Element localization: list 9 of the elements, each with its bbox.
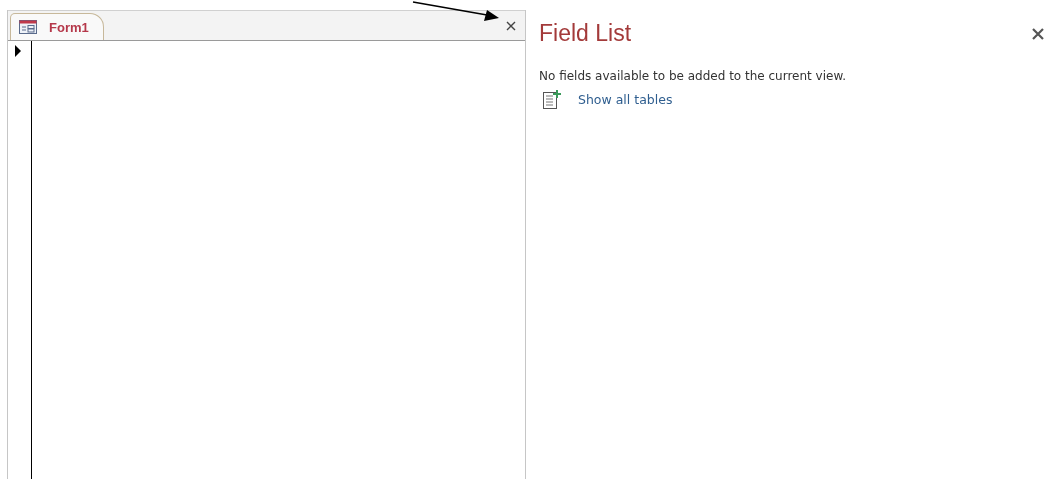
current-record-icon — [14, 45, 21, 57]
close-icon[interactable] — [1032, 27, 1044, 40]
pane-title: Field List — [539, 20, 632, 47]
show-all-tables-link[interactable]: Show all tables — [578, 92, 673, 107]
add-table-icon — [543, 90, 561, 109]
document-tab[interactable]: Form1 — [10, 13, 104, 40]
form-icon — [19, 20, 37, 34]
info-message: No fields available to be added to the current view. — [539, 69, 847, 83]
close-icon[interactable] — [506, 20, 516, 31]
